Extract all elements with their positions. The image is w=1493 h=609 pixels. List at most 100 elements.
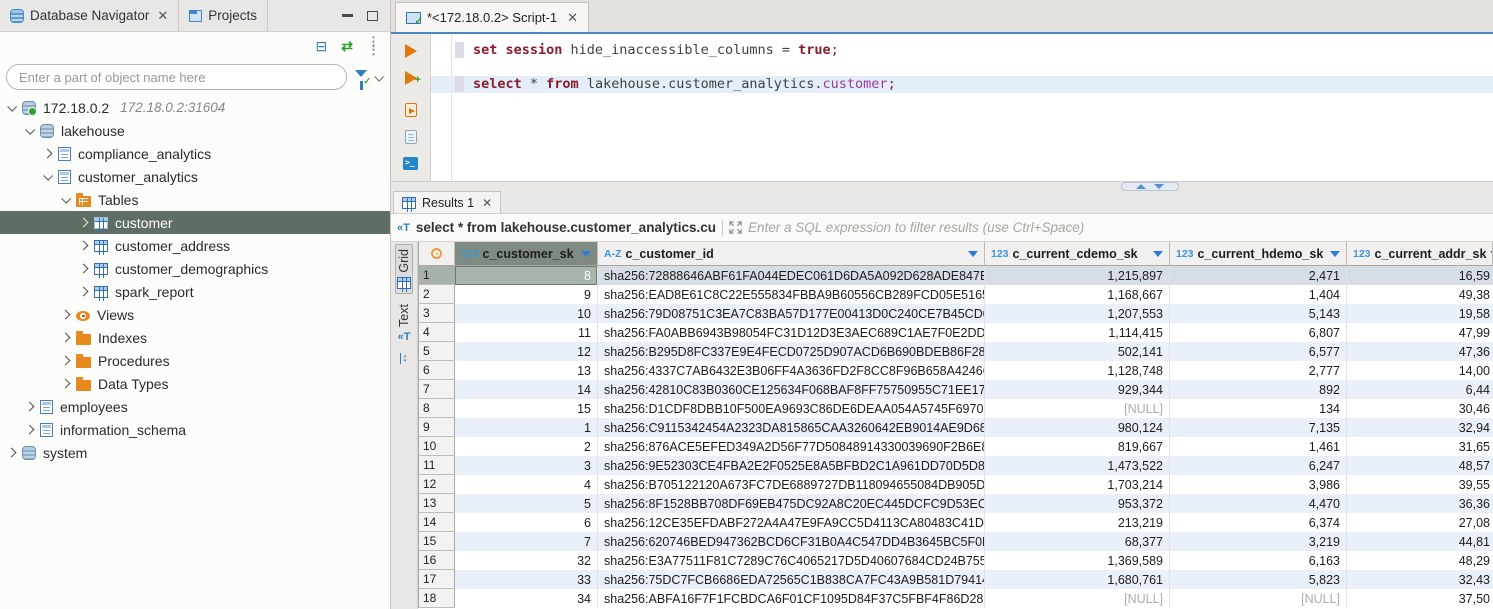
table-row[interactable]: 146sha256:12CE35EFDABF272A4A47E9FA9CC5D4… <box>418 513 1493 532</box>
cell-c-customer-id[interactable]: sha256:ABFA16F7F1FCBDCA6F01CF1095D84F37C… <box>598 589 985 608</box>
cell-c-current-hdemo-sk[interactable]: 4,470 <box>1170 494 1347 513</box>
table-row[interactable]: 411sha256:FA0ABB6943B98054FC31D12D3E3AEC… <box>418 323 1493 342</box>
cell-c-customer-sk[interactable]: 3 <box>455 456 598 475</box>
cell-c-current-hdemo-sk[interactable]: 6,247 <box>1170 456 1347 475</box>
expander-icon[interactable] <box>7 448 17 458</box>
column-header-c_current_cdemo_sk[interactable]: 123c_current_cdemo_sk <box>985 242 1170 266</box>
tab-grid-view[interactable]: Grid <box>395 244 413 294</box>
row-number[interactable]: 18 <box>418 589 455 608</box>
execute-script-icon[interactable] <box>405 103 417 117</box>
tree-item-system[interactable]: system <box>0 441 390 464</box>
cell-c-current-addr-sk[interactable]: 48,57 <box>1347 456 1493 475</box>
cell-c-current-addr-sk[interactable]: 14,00 <box>1347 361 1493 380</box>
cell-c-current-cdemo-sk[interactable]: 1,128,748 <box>985 361 1170 380</box>
table-row[interactable]: 18sha256:72888646ABF61FA044EDEC061D6DA5A… <box>418 266 1493 285</box>
cell-c-current-cdemo-sk[interactable]: 1,168,667 <box>985 285 1170 304</box>
cell-c-customer-id[interactable]: sha256:8F1528BB708DF69EB475DC92A8C20EC44… <box>598 494 985 513</box>
cell-c-current-hdemo-sk[interactable]: 7,135 <box>1170 418 1347 437</box>
row-number[interactable]: 7 <box>418 380 455 399</box>
expander-icon[interactable] <box>7 102 17 112</box>
expander-icon[interactable] <box>25 125 35 135</box>
cell-c-customer-sk[interactable]: 5 <box>455 494 598 513</box>
cell-c-current-addr-sk[interactable]: 44,81 <box>1347 532 1493 551</box>
cell-c-current-cdemo-sk[interactable]: 1,114,415 <box>985 323 1170 342</box>
cell-c-customer-id[interactable]: sha256:E3A77511F81C7289C76C4065217D5D406… <box>598 551 985 570</box>
maximize-icon[interactable] <box>367 11 378 21</box>
cell-c-current-cdemo-sk[interactable]: 1,473,522 <box>985 456 1170 475</box>
cell-c-current-addr-sk[interactable]: 36,36 <box>1347 494 1493 513</box>
expander-icon[interactable] <box>43 149 53 159</box>
cell-c-current-addr-sk[interactable]: 16,59 <box>1347 266 1493 285</box>
cell-c-current-addr-sk[interactable]: 32,43 <box>1347 570 1493 589</box>
expander-icon[interactable] <box>79 218 89 228</box>
cell-c-current-hdemo-sk[interactable]: 3,986 <box>1170 475 1347 494</box>
cell-c-current-cdemo-sk[interactable]: 953,372 <box>985 494 1170 513</box>
table-row[interactable]: 113sha256:9E52303CE4FBA2E2F0525E8A5BFBD2… <box>418 456 1493 475</box>
splitter-handle[interactable] <box>1121 182 1179 191</box>
table-row[interactable]: 512sha256:B295D8FC337E9E4FECD0725D907ACD… <box>418 342 1493 361</box>
table-row[interactable]: 1733sha256:75DC7FCB6686EDA72565C1B838CA7… <box>418 570 1493 589</box>
tab-text-view[interactable]: Text «T <box>396 300 412 347</box>
expander-icon[interactable] <box>61 379 71 389</box>
tree-item-172-18-0-2[interactable]: 172.18.0.2172.18.0.2:31604 <box>0 96 390 119</box>
view-menu-icon[interactable]: ⋮⋮ <box>367 38 380 54</box>
cell-c-customer-sk[interactable]: 1 <box>455 418 598 437</box>
tree-item-employees[interactable]: employees <box>0 395 390 418</box>
grid-corner-cell[interactable] <box>418 242 455 266</box>
cell-c-current-hdemo-sk[interactable]: 3,219 <box>1170 532 1347 551</box>
cell-c-current-addr-sk[interactable]: 37,50 <box>1347 589 1493 608</box>
tree-item-information-schema[interactable]: information_schema <box>0 418 390 441</box>
cell-c-customer-id[interactable]: sha256:B295D8FC337E9E4FECD0725D907ACD6B6… <box>598 342 985 361</box>
cell-c-current-cdemo-sk[interactable]: 1,680,761 <box>985 570 1170 589</box>
close-icon[interactable]: ✕ <box>157 8 168 24</box>
cell-c-current-hdemo-sk[interactable]: 2,471 <box>1170 266 1347 285</box>
cell-c-customer-sk[interactable]: 33 <box>455 570 598 589</box>
cell-c-customer-sk[interactable]: 8 <box>455 266 598 285</box>
row-number[interactable]: 4 <box>418 323 455 342</box>
table-row[interactable]: 29sha256:EAD8E61C8C22E555834FBBA9B60556C… <box>418 285 1493 304</box>
cell-c-current-cdemo-sk[interactable]: 819,667 <box>985 437 1170 456</box>
cell-c-customer-id[interactable]: sha256:D1CDF8DBB10F500EA9693C86DE6DEAA05… <box>598 399 985 418</box>
row-number[interactable]: 8 <box>418 399 455 418</box>
object-filter-input[interactable] <box>6 64 347 90</box>
close-icon[interactable]: ✕ <box>567 10 578 26</box>
row-number[interactable]: 15 <box>418 532 455 551</box>
cell-c-current-cdemo-sk[interactable]: 980,124 <box>985 418 1170 437</box>
table-row[interactable]: 1834sha256:ABFA16F7F1FCBDCA6F01CF1095D84… <box>418 589 1493 608</box>
table-row[interactable]: 135sha256:8F1528BB708DF69EB475DC92A8C20E… <box>418 494 1493 513</box>
cell-c-current-cdemo-sk[interactable]: 502,141 <box>985 342 1170 361</box>
row-number[interactable]: 12 <box>418 475 455 494</box>
cell-c-current-addr-sk[interactable]: 31,65 <box>1347 437 1493 456</box>
tree-item-tables[interactable]: Tables <box>0 188 390 211</box>
expander-icon[interactable] <box>61 333 71 343</box>
cell-c-customer-id[interactable]: sha256:B705122120A673FC7DE6889727DB11809… <box>598 475 985 494</box>
collapse-all-icon[interactable]: ⊟ <box>316 39 328 53</box>
cell-c-current-addr-sk[interactable]: 19,58 <box>1347 304 1493 323</box>
link-with-editor-icon[interactable]: ⇄ <box>341 39 353 53</box>
row-number[interactable]: 14 <box>418 513 455 532</box>
sql-console-icon[interactable] <box>403 157 418 170</box>
table-row[interactable]: 815sha256:D1CDF8DBB10F500EA9693C86DE6DEA… <box>418 399 1493 418</box>
cell-c-customer-id[interactable]: sha256:C9115342454A2323DA815865CAA326064… <box>598 418 985 437</box>
table-row[interactable]: 157sha256:620746BED947362BCD6CF31B0A4C54… <box>418 532 1493 551</box>
expander-icon[interactable] <box>79 264 89 274</box>
expander-icon[interactable] <box>61 356 71 366</box>
expand-up-icon[interactable] <box>1136 184 1146 189</box>
column-filter-icon[interactable] <box>1330 251 1340 257</box>
column-header-c_customer_sk[interactable]: 123c_customer_sk <box>455 242 598 266</box>
expander-icon[interactable] <box>43 171 53 181</box>
explain-plan-icon[interactable] <box>405 130 417 144</box>
tree-item-procedures[interactable]: Procedures <box>0 349 390 372</box>
row-number[interactable]: 10 <box>418 437 455 456</box>
execute-new-tab-icon[interactable] <box>405 71 417 90</box>
cell-c-customer-id[interactable]: sha256:12CE35EFDABF272A4A47E9FA9CC5D4113… <box>598 513 985 532</box>
table-row[interactable]: 310sha256:79D08751C3EA7C83BA57D177E00413… <box>418 304 1493 323</box>
cell-c-current-cdemo-sk[interactable]: 213,219 <box>985 513 1170 532</box>
cell-c-current-addr-sk[interactable]: 49,38 <box>1347 285 1493 304</box>
tab-database-navigator[interactable]: Database Navigator ✕ <box>0 0 179 31</box>
results-grid[interactable]: 123c_customer_skA-Zc_customer_id123c_cur… <box>418 242 1493 609</box>
cell-c-customer-sk[interactable]: 7 <box>455 532 598 551</box>
tree-item-customer-analytics[interactable]: customer_analytics <box>0 165 390 188</box>
table-row[interactable]: 102sha256:876ACE5EFED349A2D56F77D5084891… <box>418 437 1493 456</box>
cell-c-current-addr-sk[interactable]: 39,55 <box>1347 475 1493 494</box>
